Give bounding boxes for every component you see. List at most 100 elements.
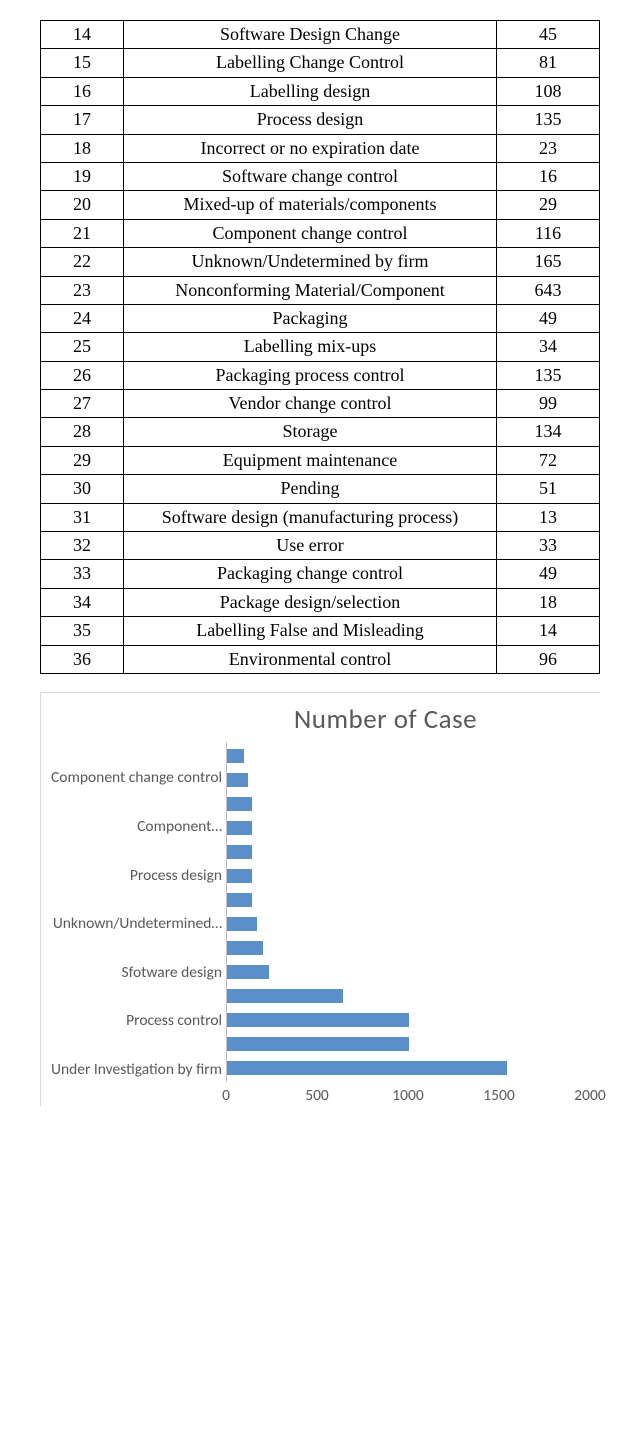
chart-category-label [51, 742, 222, 766]
row-value: 72 [497, 446, 600, 474]
chart-category-label [51, 1034, 222, 1058]
chart-x-tick: 500 [305, 1086, 329, 1105]
table-row: 19Software change control16 [41, 162, 600, 190]
row-label: Labelling False and Misleading [124, 617, 497, 645]
chart-bar [227, 965, 269, 979]
row-value: 45 [497, 21, 600, 49]
table-row: 30Pending51 [41, 475, 600, 503]
row-label: Packaging change control [124, 560, 497, 588]
chart-container: Number of Case Component change controlC… [40, 692, 600, 1106]
row-value: 81 [497, 49, 600, 77]
table-row: 34Package design/selection18 [41, 588, 600, 616]
chart-category-label [51, 791, 222, 815]
chart-y-labels: Component change control Component… Proces… [51, 742, 226, 1082]
chart-bar [227, 1061, 506, 1075]
row-label: Packaging [124, 304, 497, 332]
row-number: 28 [41, 418, 124, 446]
row-label: Packaging process control [124, 361, 497, 389]
row-label: Storage [124, 418, 497, 446]
chart-category-label: Component change control [51, 766, 222, 790]
table-row: 35Labelling False and Misleading14 [41, 617, 600, 645]
chart-title: Number of Case [51, 703, 590, 736]
chart-bar [227, 989, 343, 1003]
table-row: 25Labelling mix-ups34 [41, 333, 600, 361]
table-row: 28Storage134 [41, 418, 600, 446]
chart-bar-row [227, 744, 590, 768]
chart-bar-row [227, 768, 590, 792]
row-value: 49 [497, 560, 600, 588]
row-label: Labelling Change Control [124, 49, 497, 77]
table-row: 22Unknown/Undetermined by firm165 [41, 248, 600, 276]
row-label: Incorrect or no expiration date [124, 134, 497, 162]
table-row: 17Process design135 [41, 106, 600, 134]
row-label: Software Design Change [124, 21, 497, 49]
chart-bar [227, 869, 251, 883]
chart-bar-row [227, 888, 590, 912]
chart-category-label: Component… [51, 815, 222, 839]
row-label: Labelling design [124, 77, 497, 105]
table-row: 26Packaging process control135 [41, 361, 600, 389]
chart-category-label: Under Investigation by firm [51, 1058, 222, 1082]
row-number: 31 [41, 503, 124, 531]
row-value: 643 [497, 276, 600, 304]
row-label: Software change control [124, 162, 497, 190]
row-label: Pending [124, 475, 497, 503]
chart-bar-row [227, 912, 590, 936]
chart-bar [227, 941, 263, 955]
chart-bar [227, 1013, 408, 1027]
row-number: 34 [41, 588, 124, 616]
chart-bar [227, 893, 251, 907]
row-number: 36 [41, 645, 124, 673]
row-label: Equipment maintenance [124, 446, 497, 474]
chart-bar-row [227, 792, 590, 816]
chart-bar [227, 1037, 408, 1051]
chart-category-label [51, 839, 222, 863]
row-number: 24 [41, 304, 124, 332]
row-label: Nonconforming Material/Component [124, 276, 497, 304]
row-number: 35 [41, 617, 124, 645]
row-label: Package design/selection [124, 588, 497, 616]
row-value: 23 [497, 134, 600, 162]
chart-x-tick: 0 [222, 1086, 230, 1105]
row-number: 33 [41, 560, 124, 588]
chart-category-label [51, 936, 222, 960]
row-label: Mixed-up of materials/components [124, 191, 497, 219]
table-row: 24Packaging49 [41, 304, 600, 332]
chart-bar-row [227, 1008, 590, 1032]
chart-x-tick: 1000 [392, 1086, 423, 1105]
row-label: Software design (manufacturing process) [124, 503, 497, 531]
row-value: 96 [497, 645, 600, 673]
chart-bar-row [227, 840, 590, 864]
chart-bars [226, 742, 590, 1082]
chart-category-label: Unknown/Undetermined… [51, 912, 222, 936]
row-value: 16 [497, 162, 600, 190]
row-number: 30 [41, 475, 124, 503]
row-label: Labelling mix-ups [124, 333, 497, 361]
row-number: 16 [41, 77, 124, 105]
row-number: 23 [41, 276, 124, 304]
row-value: 14 [497, 617, 600, 645]
row-number: 18 [41, 134, 124, 162]
chart-bar-row [227, 864, 590, 888]
row-number: 20 [41, 191, 124, 219]
table-row: 27Vendor change control99 [41, 390, 600, 418]
chart-bar [227, 773, 248, 787]
chart-x-axis: 0500100015002000 [226, 1082, 590, 1106]
row-number: 26 [41, 361, 124, 389]
chart-category-label: Process control [51, 1009, 222, 1033]
row-value: 135 [497, 106, 600, 134]
chart-bar [227, 749, 244, 763]
row-value: 134 [497, 418, 600, 446]
row-number: 22 [41, 248, 124, 276]
row-value: 18 [497, 588, 600, 616]
chart-bar [227, 797, 251, 811]
row-value: 108 [497, 77, 600, 105]
row-number: 21 [41, 219, 124, 247]
row-label: Use error [124, 532, 497, 560]
row-number: 27 [41, 390, 124, 418]
row-number: 25 [41, 333, 124, 361]
table-row: 31Software design (manufacturing process… [41, 503, 600, 531]
row-value: 165 [497, 248, 600, 276]
chart-bar-row [227, 1056, 590, 1080]
row-label: Environmental control [124, 645, 497, 673]
